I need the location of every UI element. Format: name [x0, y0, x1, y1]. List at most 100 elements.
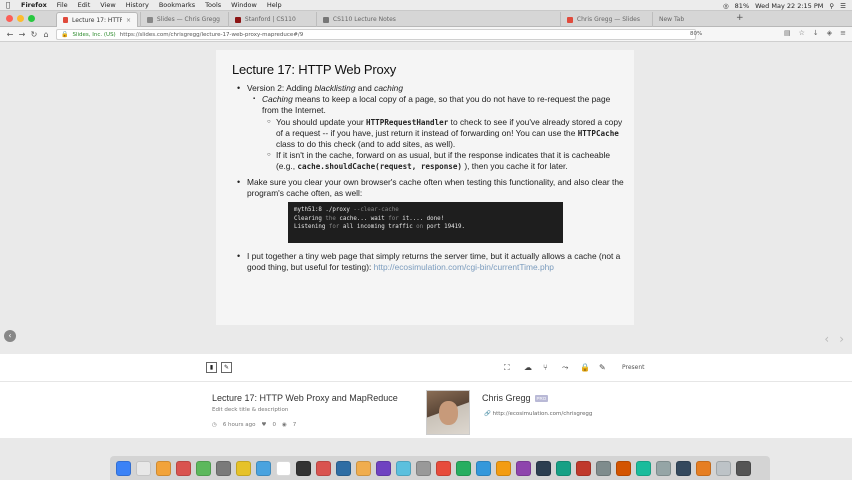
maximize-window-icon[interactable]	[28, 15, 35, 22]
slide-navigation: ‹ ›	[824, 332, 844, 346]
url-text[interactable]: https://slides.com/chrisgregg/lecture-17…	[120, 32, 303, 38]
tab-lecture-17[interactable]: Lecture 17: HTTP Web Proxy ×	[56, 12, 138, 27]
tab-title: Stanford | CS110	[244, 16, 296, 23]
dock-app-icon[interactable]	[256, 460, 271, 476]
dock-app-icon[interactable]	[336, 460, 351, 476]
battery-status[interactable]: 81%	[735, 2, 749, 10]
dock-app-icon[interactable]	[516, 460, 531, 476]
dock-app-icon[interactable]	[416, 460, 431, 476]
tab-stanford[interactable]: Stanford | CS110	[228, 12, 316, 27]
left-panel-toggle-icon[interactable]: ‹	[4, 330, 16, 342]
dock-app-icon[interactable]	[116, 460, 131, 476]
dock-app-icon[interactable]	[616, 460, 631, 476]
hamburger-menu-icon[interactable]: ≡	[840, 29, 846, 37]
dock-app-icon[interactable]	[216, 460, 231, 476]
dock-app-icon[interactable]	[156, 460, 171, 476]
downloads-icon[interactable]: ↓	[813, 29, 819, 37]
bullet-server-time: I put together a tiny web page that simp…	[232, 251, 627, 273]
slide-thumbnail-icon[interactable]: ▮	[206, 362, 217, 373]
edit-deck-description-link[interactable]: Edit deck title & description	[212, 407, 288, 413]
apple-menu-icon[interactable]: 	[0, 1, 16, 9]
menu-app-name[interactable]: Firefox	[16, 1, 52, 9]
back-icon[interactable]: ←	[4, 30, 16, 39]
dock-app-icon[interactable]	[276, 460, 291, 476]
previous-slide-icon[interactable]: ‹	[824, 332, 829, 346]
minimize-window-icon[interactable]	[17, 15, 24, 22]
menu-history[interactable]: History	[121, 1, 154, 9]
lock-icon[interactable]: 🔒	[61, 31, 68, 38]
zoom-level[interactable]: 80%	[690, 31, 702, 37]
tab-cs110[interactable]: CS110 Lecture Notes	[316, 12, 404, 27]
menu-view[interactable]: View	[95, 1, 120, 9]
tab-chris-gregg[interactable]: Chris Gregg — Slides	[560, 12, 652, 27]
tab-slides[interactable]: Slides — Chris Gregg	[140, 12, 228, 27]
dock-app-icon[interactable]	[236, 460, 251, 476]
share-icon[interactable]: ⤳	[562, 363, 568, 373]
search-icon[interactable]: ⚲	[829, 2, 834, 10]
edit-icon[interactable]: ✎	[599, 363, 606, 372]
author-avatar[interactable]	[426, 390, 470, 435]
wifi-icon[interactable]: ◎	[723, 2, 729, 10]
menu-help[interactable]: Help	[262, 1, 287, 9]
dock-app-icon[interactable]	[476, 460, 491, 476]
dock-app-icon[interactable]	[436, 460, 451, 476]
author-website-link[interactable]: 🔗 http://ecosimulation.com/chrisgregg	[484, 411, 592, 417]
dock-app-icon[interactable]	[676, 460, 691, 476]
fullscreen-icon[interactable]: ⛶	[504, 363, 510, 373]
dock-app-icon[interactable]	[576, 460, 591, 476]
dock-app-icon[interactable]	[736, 460, 751, 476]
bookmark-star-icon[interactable]: ☆	[799, 29, 805, 37]
dock-app-icon[interactable]	[296, 460, 311, 476]
tab-favicon-icon	[567, 16, 573, 23]
extension-icon[interactable]: ◈	[827, 29, 832, 37]
heart-icon[interactable]: ♥	[262, 422, 267, 428]
url-bar[interactable]: 🔒 Slides, Inc. (US) https://slides.com/c…	[56, 29, 696, 40]
dock-app-icon[interactable]	[396, 460, 411, 476]
present-button[interactable]: Present	[622, 364, 645, 371]
menu-list-icon[interactable]: ☰	[840, 2, 846, 10]
menu-tools[interactable]: Tools	[200, 1, 226, 9]
dock-app-icon[interactable]	[696, 460, 711, 476]
dock-app-icon[interactable]	[376, 460, 391, 476]
site-identity[interactable]: Slides, Inc. (US)	[72, 32, 115, 38]
lock-icon[interactable]: 🔒	[580, 363, 590, 372]
dock-app-icon[interactable]	[456, 460, 471, 476]
deck-title[interactable]: Lecture 17: HTTP Web Proxy and MapReduce	[212, 393, 398, 403]
dock-app-icon[interactable]	[656, 460, 671, 476]
slide-stage: Lecture 17: HTTP Web Proxy Version 2: Ad…	[0, 42, 852, 354]
tab-new[interactable]: New Tab	[652, 12, 730, 27]
close-window-icon[interactable]	[6, 15, 13, 22]
menu-window[interactable]: Window	[226, 1, 262, 9]
menu-bookmarks[interactable]: Bookmarks	[154, 1, 200, 9]
dock-app-icon[interactable]	[596, 460, 611, 476]
dock-app-icon[interactable]	[316, 460, 331, 476]
home-icon[interactable]: ⌂	[40, 30, 52, 39]
dock-app-icon[interactable]	[556, 460, 571, 476]
dock-app-icon[interactable]	[196, 460, 211, 476]
clock[interactable]: Wed May 22 2:15 PM	[755, 2, 823, 10]
dock-app-icon[interactable]	[716, 460, 731, 476]
menu-edit[interactable]: Edit	[73, 1, 96, 9]
server-time-link[interactable]: http://ecosimulation.com/cgi-bin/current…	[374, 262, 554, 272]
reader-view-icon[interactable]: ▤	[784, 29, 791, 37]
terminal-line: Clearing the cache... wait for it.... do…	[294, 215, 445, 222]
edit-slide-icon[interactable]: ✎	[221, 362, 232, 373]
new-tab-button[interactable]: +	[736, 13, 744, 23]
dock-app-icon[interactable]	[496, 460, 511, 476]
bullet-version-2: Version 2: Adding blacklisting and cachi…	[232, 83, 627, 94]
dock-app-icon[interactable]	[176, 460, 191, 476]
reload-icon[interactable]: ↻	[28, 30, 40, 39]
comment-icon[interactable]: ☁	[524, 363, 532, 372]
dock-app-icon[interactable]	[636, 460, 651, 476]
next-slide-icon[interactable]: ›	[839, 332, 844, 346]
dock-app-icon[interactable]	[356, 460, 371, 476]
fork-icon[interactable]: ⑂	[543, 363, 548, 372]
tab-title: New Tab	[659, 16, 685, 23]
author-name[interactable]: Chris Gregg	[482, 393, 531, 403]
dock-app-icon[interactable]	[536, 460, 551, 476]
dock-app-icon[interactable]	[136, 460, 151, 476]
menu-file[interactable]: File	[52, 1, 73, 9]
forward-icon[interactable]: →	[16, 30, 28, 39]
close-tab-icon[interactable]: ×	[126, 17, 131, 24]
clock-icon: ◷	[212, 422, 217, 428]
